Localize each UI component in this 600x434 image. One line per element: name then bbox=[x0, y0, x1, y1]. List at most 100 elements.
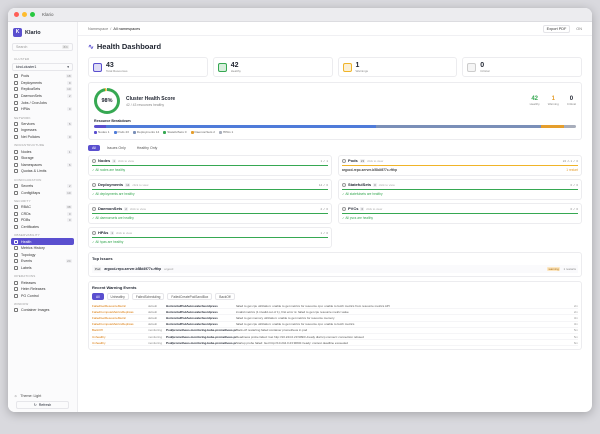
nav-icon bbox=[14, 80, 18, 85]
health-summary: 42 Healthy 1 Warning 0 Critical bbox=[530, 96, 576, 106]
card-title: Nodes bbox=[98, 158, 111, 163]
sidebar-item-count: 10 bbox=[65, 87, 72, 92]
sidebar-item-pdbs[interactable]: PDBs 0 bbox=[8, 217, 77, 224]
refresh-button[interactable]: ↻ Refresh bbox=[16, 401, 69, 409]
cluster-selector[interactable]: kind-cluster1 ▾ bbox=[12, 63, 73, 71]
event-tab[interactable]: Unhealthy bbox=[106, 293, 129, 300]
healthy-caption: Healthy bbox=[529, 102, 540, 106]
sidebar-item-label: HPAs bbox=[21, 107, 30, 112]
sidebar-item-label: Secrets bbox=[21, 184, 34, 189]
sidebar-item-nodes[interactable]: Nodes 1 bbox=[8, 148, 77, 155]
card-stats: 0 ✓ 0 bbox=[570, 182, 578, 187]
sidebar-item-count: 0 bbox=[67, 135, 72, 140]
critical-caption: Critical bbox=[566, 102, 576, 106]
card-hint: click to view bbox=[132, 182, 149, 187]
sidebar-item-hpas[interactable]: HPAs 0 bbox=[8, 106, 77, 113]
nav-section-label: WINDOW bbox=[14, 302, 29, 307]
event-tab[interactable]: FailedScheduling bbox=[131, 293, 165, 300]
resource-card-pvcs[interactable]: PVCs 0 click to view 0 ✓ 0 ✓ All pvcs are he… bbox=[338, 203, 582, 224]
sidebar-item-health[interactable]: Health bbox=[11, 238, 74, 245]
sidebar-item-configmaps[interactable]: ConfigMaps 10 bbox=[8, 189, 77, 196]
card-count: 23 bbox=[359, 158, 366, 163]
sidebar-item-pods[interactable]: Pods 18 bbox=[8, 73, 77, 80]
sidebar-item-metrics-history[interactable]: Metrics History bbox=[8, 245, 77, 252]
sidebar-item-ingresses[interactable]: Ingresses bbox=[8, 127, 77, 134]
sidebar-item-namespaces[interactable]: Namespaces 6 bbox=[8, 162, 77, 169]
sidebar-item-pg-control[interactable]: PG Control bbox=[8, 292, 77, 299]
legend-item: HPAs 1 bbox=[218, 130, 233, 134]
sidebar-item-storage[interactable]: Storage bbox=[8, 155, 77, 162]
sidebar-item-label: Container Images bbox=[21, 308, 50, 313]
sidebar-item-quotas-limits[interactable]: Quotas & Limits bbox=[8, 168, 77, 175]
card-title: DaemonSets bbox=[98, 206, 123, 211]
top-issues-title: Top Issues bbox=[92, 256, 113, 261]
sidebar-item-label: Topology bbox=[21, 252, 36, 257]
sidebar-item-certificates[interactable]: Certificates bbox=[8, 224, 77, 231]
resource-card-daemonsets[interactable]: DaemonSets 2 click to view 2 ✓ 0 ✓ All daemo… bbox=[88, 203, 332, 224]
event-tab[interactable]: FailedCreatePodSandBox bbox=[167, 293, 213, 300]
sidebar-item-net-policies[interactable]: Net Policies 0 bbox=[8, 134, 77, 141]
resource-card-deployments[interactable]: Deployments 14 click to view 14 ✓ 0 ✓ All de… bbox=[88, 179, 332, 200]
resource-card-statefulsets[interactable]: StatefulSets 0 click to view 0 ✓ 0 ✓ All sta… bbox=[338, 179, 582, 200]
brand: K Klario bbox=[8, 22, 77, 41]
close-window-icon[interactable] bbox=[14, 12, 19, 17]
card-hint: click to view bbox=[366, 206, 383, 211]
sidebar-item-deployments[interactable]: Deployments 9 bbox=[8, 80, 77, 87]
sidebar-item-label: Pods bbox=[21, 74, 30, 79]
issue-row[interactable]: Pod argocd-repo-server-b58d4977c-rfthp a… bbox=[92, 265, 578, 273]
event-namespace: default bbox=[148, 309, 158, 314]
sidebar-item-labels[interactable]: Labels bbox=[8, 265, 77, 272]
sidebar-item-container-images[interactable]: Container Images bbox=[8, 307, 77, 314]
resource-card-pods[interactable]: Pods 23 click to view 22 ⚠ 1 ✓ 0 argocd-repo… bbox=[338, 155, 582, 176]
nav-icon bbox=[14, 74, 18, 79]
sidebar-item-label: Helm Releases bbox=[21, 287, 46, 292]
search-input[interactable]: Search ⌘K bbox=[12, 43, 73, 51]
stat-value: 1 bbox=[355, 61, 360, 69]
context-toggle[interactable]: ON bbox=[576, 27, 582, 31]
resource-card-nodes[interactable]: Nodes 1 click to view 1 ✓ 1 ✓ All nodes are … bbox=[88, 155, 332, 176]
theme-toggle[interactable]: ☼ Theme: Light bbox=[8, 392, 77, 400]
event-reason: Unhealthy bbox=[92, 334, 106, 339]
sidebar-item-count: 0 bbox=[67, 107, 72, 112]
sidebar-item-releases[interactable]: Releases bbox=[8, 279, 77, 286]
tab-healthy-only[interactable]: Healthy Only bbox=[133, 145, 162, 151]
warning-caption: Warning bbox=[547, 102, 559, 106]
warning-pod-name: argocd-repo-server-b58d4977c-rfthp bbox=[342, 168, 397, 172]
app-window: Klario K Klario Search ⌘K CLUSTER kind-c… bbox=[8, 8, 592, 412]
tab-all[interactable]: All bbox=[88, 145, 100, 151]
stat-icon bbox=[342, 62, 352, 72]
card-count: 1 bbox=[110, 230, 115, 235]
card-header: StatefulSets 0 click to view 0 ✓ 0 bbox=[339, 180, 581, 189]
stat-cards: 43 Total Resources 42 Healthy 1 Warnings 0 Crit… bbox=[88, 57, 582, 77]
sidebar-item-topology[interactable]: Topology bbox=[8, 251, 77, 258]
minimize-window-icon[interactable] bbox=[22, 12, 27, 17]
sidebar-item-daemonsets[interactable]: DaemonSets 2 bbox=[8, 93, 77, 100]
refresh-icon: ↻ bbox=[33, 403, 37, 407]
sidebar-item-events[interactable]: Events 24 bbox=[8, 258, 77, 265]
event-row[interactable]: Unhealthy monitoring Pod/prometheus-monito… bbox=[92, 340, 578, 347]
sidebar-item-services[interactable]: Services 6 bbox=[8, 121, 77, 128]
tab-issues-only[interactable]: Issues Only bbox=[103, 145, 130, 151]
nav-icon bbox=[14, 156, 18, 161]
legend-swatch bbox=[163, 130, 167, 134]
sidebar-item-replicasets[interactable]: ReplicaSets 10 bbox=[8, 86, 77, 93]
maximize-window-icon[interactable] bbox=[30, 12, 35, 17]
card-count: 2 bbox=[124, 206, 128, 211]
resource-card-hpas[interactable]: HPAs 1 click to view 1 ✓ 0 ✓ All hpas are he… bbox=[88, 227, 332, 248]
sidebar-item-label: Ingresses bbox=[21, 128, 37, 133]
nav-icon bbox=[14, 239, 18, 244]
event-reason: FailedGetResourceMetric bbox=[92, 315, 127, 320]
sidebar-item-jobs-cronjobs[interactable]: Jobs / CronJobs bbox=[8, 99, 77, 106]
export-pdf-button[interactable]: Export PDF bbox=[542, 24, 571, 33]
sidebar-item-rbac[interactable]: RBAC 38 bbox=[8, 204, 77, 211]
sidebar-item-crds[interactable]: CRDs 0 bbox=[8, 211, 77, 218]
namespace-selector[interactable]: All namespaces bbox=[113, 27, 140, 31]
sidebar-item-helm-releases[interactable]: Helm Releases bbox=[8, 286, 77, 293]
event-tab[interactable]: All bbox=[92, 293, 104, 300]
sidebar-item-secrets[interactable]: Secrets 2 bbox=[8, 183, 77, 190]
sidebar-item-label: PDBs bbox=[21, 218, 31, 223]
card-count: 14 bbox=[125, 182, 131, 187]
event-namespace: monitoring bbox=[148, 334, 163, 339]
sidebar-item-count: 2 bbox=[67, 94, 72, 99]
event-tab[interactable]: BackOff bbox=[215, 293, 235, 300]
